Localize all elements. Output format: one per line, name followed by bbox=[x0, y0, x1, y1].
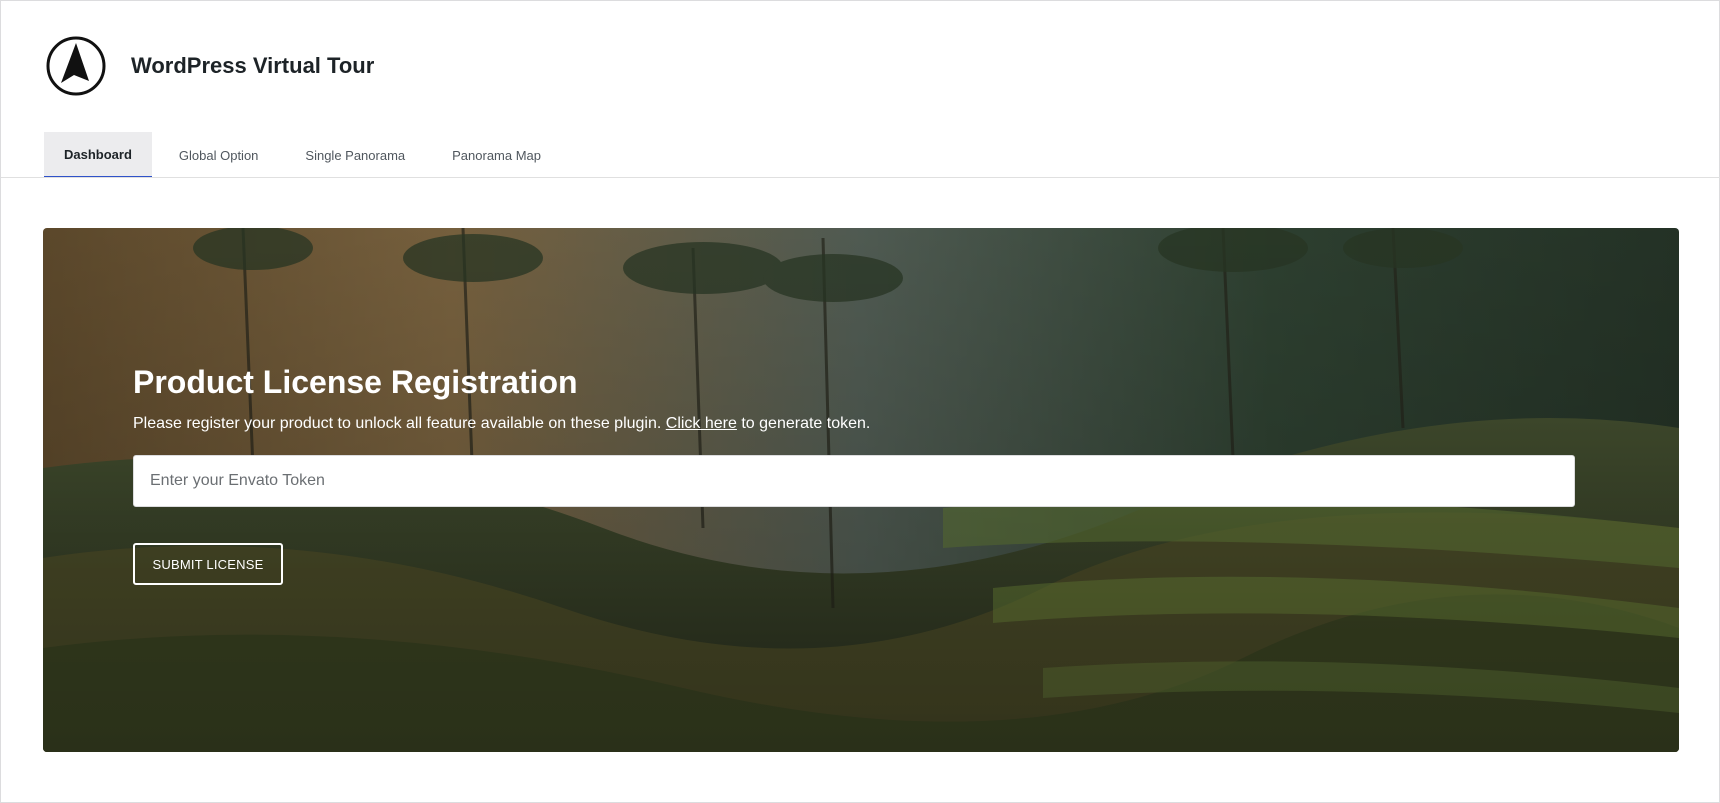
license-desc-before: Please register your product to unlock a… bbox=[133, 415, 666, 433]
navigation-arrow-icon bbox=[46, 36, 106, 96]
tab-single-panorama[interactable]: Single Panorama bbox=[285, 132, 425, 178]
envato-token-input[interactable] bbox=[133, 455, 1575, 508]
app-window: WordPress Virtual Tour Dashboard Global … bbox=[0, 0, 1720, 803]
app-title: WordPress Virtual Tour bbox=[131, 53, 375, 78]
license-description: Please register your product to unlock a… bbox=[133, 415, 1575, 433]
tab-panorama-map[interactable]: Panorama Map bbox=[432, 132, 561, 178]
license-panel: Product License Registration Please regi… bbox=[43, 228, 1679, 752]
generate-token-link[interactable]: Click here bbox=[666, 415, 737, 432]
tab-bar: Dashboard Global Option Single Panorama … bbox=[44, 132, 568, 178]
license-form: Product License Registration Please regi… bbox=[133, 363, 1575, 586]
app-header: WordPress Virtual Tour bbox=[45, 35, 374, 97]
license-desc-after: to generate token. bbox=[736, 415, 871, 433]
tab-global-option[interactable]: Global Option bbox=[159, 132, 279, 178]
tab-dashboard[interactable]: Dashboard bbox=[44, 132, 152, 178]
license-title: Product License Registration bbox=[133, 364, 578, 400]
tabs-divider bbox=[1, 177, 1720, 178]
submit-license-button[interactable]: SUBMIT LICENSE bbox=[133, 543, 283, 586]
